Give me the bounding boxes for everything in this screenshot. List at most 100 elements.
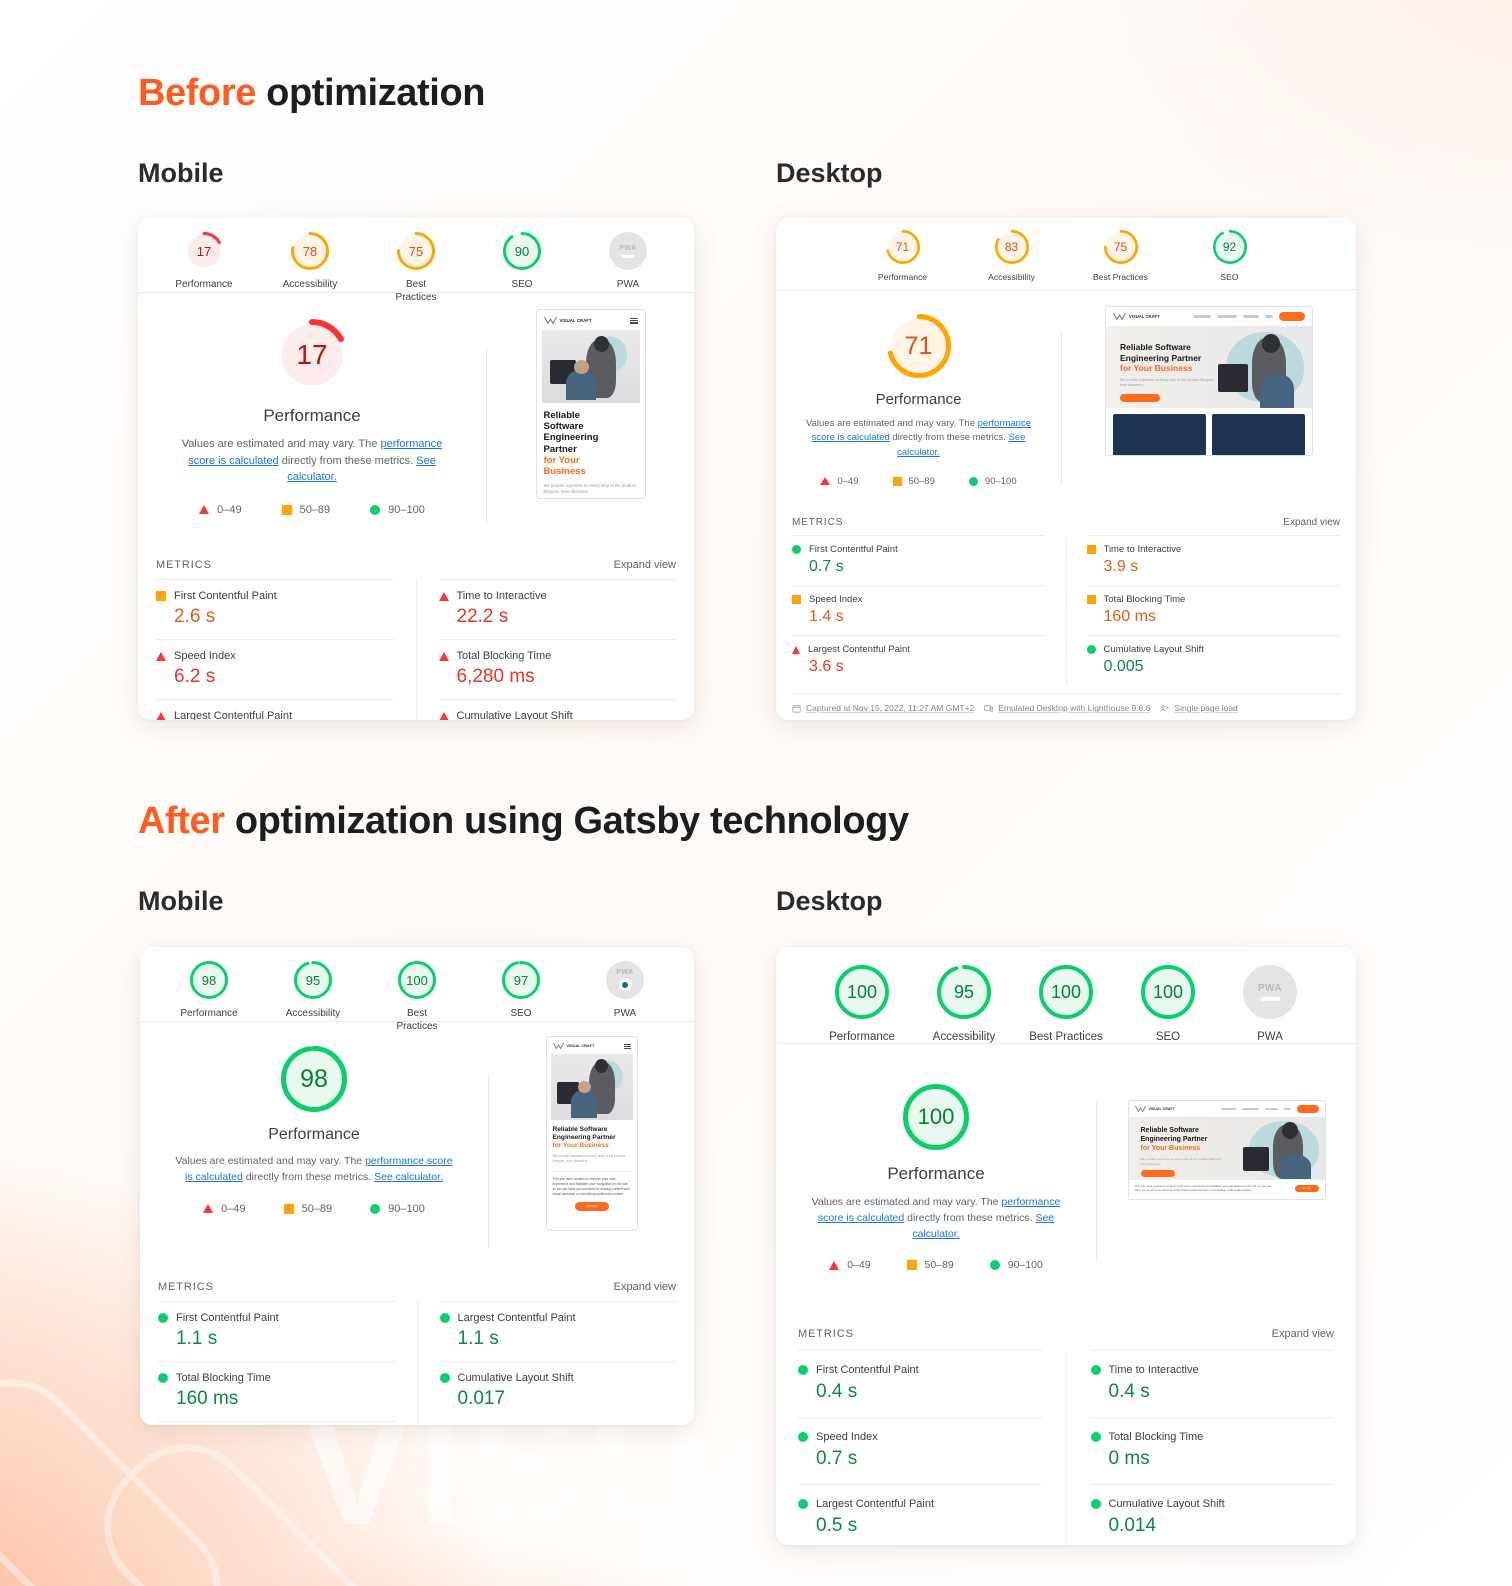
legend-label-good: 90–100: [388, 503, 425, 516]
gauge-score-value: 100: [917, 1104, 955, 1129]
gauge-label: Performance: [175, 279, 233, 290]
thumbnail-accept-label: Accept: [1302, 1186, 1311, 1191]
metrics-header: METRICS Expand view: [158, 1275, 676, 1301]
score-gauge-accessibility[interactable]: 95 Accessibility: [282, 961, 344, 1021]
thumbnail-cards-row: [1106, 408, 1312, 455]
metrics-header: METRICS Expand view: [792, 512, 1340, 535]
metric-row[interactable]: Speed Index 1.4 s: [792, 585, 1046, 635]
footer-item-text: Using HeadlessChromium 106.0.5249.103 wi…: [1174, 719, 1356, 720]
gauge-score-value: 71: [895, 240, 910, 254]
gauge-score-value: 75: [408, 243, 424, 259]
see-calculator-link[interactable]: See calculator.: [374, 1171, 443, 1183]
thumbnail-accept-label: Accept: [586, 1204, 597, 1209]
footer-item: Using HeadlessChromium 106.0.5249.103 wi…: [1160, 719, 1356, 720]
metric-row[interactable]: First Contentful Paint 0.7 s: [792, 535, 1046, 585]
thumbnail-headline-line3: for Your Business: [552, 1141, 609, 1149]
gauge-label: Accessibility: [932, 1031, 996, 1043]
metric-row[interactable]: Speed Index 6.2 s: [156, 639, 394, 699]
page-root: Before optimization Mobile Desktop 17 Per…: [0, 0, 1512, 1586]
score-gauge-pwa[interactable]: PWA PWA: [1232, 965, 1308, 1044]
metric-row[interactable]: Total Blocking Time 6,280 ms: [438, 639, 676, 699]
metric-row[interactable]: Cumulative Layout Shift0.292: [438, 699, 676, 720]
gauge-ring: 98: [190, 961, 228, 999]
score-gauge-seo[interactable]: 97 SEO: [490, 961, 552, 1021]
expand-view-button[interactable]: Expand view: [1272, 1328, 1334, 1340]
footer-item: Emulated Desktop with Lighthouse 9.6.6: [984, 703, 1150, 713]
score-legend: 0–49 50–89 90–100: [203, 1203, 425, 1215]
triangle-icon: [438, 651, 449, 661]
metric-row[interactable]: First Contentful Paint 1.1 s: [158, 1301, 395, 1361]
score-gauge-performance[interactable]: 71 Performance: [872, 230, 934, 283]
score-gauge-performance[interactable]: 17 Performance: [173, 232, 235, 292]
metric-row[interactable]: Time to Interactive 0.4 s: [1090, 1350, 1334, 1417]
thumbnail-headline-line1: Reliable Software: [1120, 342, 1191, 352]
gauge-ring: 95: [294, 961, 332, 999]
score-gauge-accessibility[interactable]: 78 Accessibility: [279, 232, 341, 292]
score-gauge-best-practices[interactable]: 75 Best Practices: [1090, 230, 1152, 283]
metric-row[interactable]: Time to Interactive 3.9 s: [1086, 535, 1340, 585]
gauge-ring: 97: [502, 961, 540, 999]
lighthouse-capture-footer: Captured at Nov 15, 2022, 11:27 AM GMT+2…: [792, 693, 1356, 720]
thumbnail-navbar: VISUAL CRAFT: [546, 1037, 637, 1054]
score-gauge-accessibility[interactable]: 83 Accessibility: [981, 230, 1043, 283]
score-gauge-seo[interactable]: 90 SEO: [491, 232, 553, 292]
metric-label: Total Blocking Time: [1086, 594, 1341, 605]
score-legend: 0–49 50–89 90–100: [820, 475, 1017, 487]
legend-label-average: 50–89: [908, 475, 935, 487]
metric-row[interactable]: Speed Index 0.7 s: [798, 1417, 1042, 1484]
metric-row[interactable]: Largest Contentful Paint 3.6 s: [792, 635, 1046, 685]
thumbnail-headline-line3: Engineering: [543, 432, 599, 444]
metric-row[interactable]: Largest Contentful Paint8.7 s: [156, 699, 394, 720]
metrics-column-left: First Contentful Paint 0.4 s Speed Index 0.…: [798, 1350, 1067, 1545]
metric-label-text: Time to Interactive: [456, 590, 547, 602]
metric-row[interactable]: Total Blocking Time 160 ms: [158, 1361, 395, 1421]
metric-row[interactable]: Speed Index2.3 s: [158, 1421, 395, 1425]
metric-row[interactable]: Total Blocking Time 0 ms: [1090, 1417, 1334, 1484]
gauge-score-value: 100: [406, 972, 428, 988]
expand-view-button[interactable]: Expand view: [614, 1281, 676, 1293]
metric-value: 22.2 s: [456, 606, 509, 627]
score-gauge-performance[interactable]: 100 Performance: [824, 965, 900, 1044]
score-gauge-best-practices[interactable]: 100 Best Practices: [1028, 965, 1104, 1044]
score-gauge-seo[interactable]: 100 SEO: [1130, 965, 1206, 1044]
score-gauge-accessibility[interactable]: 95 Accessibility: [926, 965, 1002, 1044]
thumbnail-cta-button: [1296, 1105, 1319, 1113]
metric-label-text: Largest Contentful Paint: [174, 710, 293, 720]
circle-icon: [968, 476, 978, 486]
metric-label-text: Largest Contentful Paint: [816, 1498, 935, 1510]
metrics-title: METRICS: [156, 559, 212, 571]
metric-row[interactable]: Cumulative Layout Shift 0.014: [1090, 1484, 1334, 1545]
metric-value: 6,280 ms: [456, 666, 535, 687]
platform-label-mobile-before: Mobile: [138, 158, 224, 188]
metric-row[interactable]: Largest Contentful Paint 0.5 s: [798, 1484, 1042, 1545]
metric-row[interactable]: Largest Contentful Paint 1.1 s: [439, 1301, 676, 1361]
metric-row[interactable]: Cumulative Layout Shift 0.005: [1086, 635, 1340, 685]
thumbnail-headline-line2: Software: [543, 421, 584, 433]
footer-column: Captured at Nov 15, 2022, 11:27 AM GMT+2…: [792, 703, 974, 720]
visual-craft-logo-icon: [552, 1042, 564, 1050]
metric-row[interactable]: Cumulative Layout Shift 0.017: [439, 1361, 676, 1421]
metric-row[interactable]: First Contentful Paint 0.4 s: [798, 1350, 1042, 1417]
metric-row[interactable]: First Contentful Paint 2.6 s: [156, 579, 394, 639]
metric-value: 0.5 s: [816, 1515, 858, 1536]
score-gauge-pwa[interactable]: PWA PWA: [597, 232, 659, 292]
thumbnail-body-text: We provide expertise on every step of th…: [552, 1154, 626, 1164]
score-gauge-performance[interactable]: 98 Performance: [178, 961, 240, 1021]
thumbnail-brand: VISUAL CRAFT: [1134, 1105, 1175, 1113]
metric-value: 160 ms: [1103, 608, 1156, 625]
legend-item-average: 50–89: [283, 1203, 332, 1215]
gauge-score-value: 97: [513, 972, 529, 988]
triangle-icon: [203, 1204, 214, 1213]
metric-row[interactable]: Time to Interactive 22.2 s: [438, 579, 676, 639]
lighthouse-card-before-desktop: 71 Performance 83 Accessibility 75 Best Pract…: [776, 218, 1356, 720]
thumbnail-brand: VISUAL CRAFT: [552, 1042, 594, 1050]
score-gauge-pwa[interactable]: PWA PWA: [594, 961, 656, 1021]
thumbnail-headline-line2: Engineering Partner: [1140, 1135, 1208, 1143]
score-gauge-seo[interactable]: 92 SEO: [1199, 230, 1261, 283]
gauge-ring: 71: [885, 230, 920, 264]
metric-row[interactable]: Total Blocking Time 160 ms: [1086, 585, 1341, 635]
metric-label-text: Total Blocking Time: [1108, 1431, 1204, 1443]
expand-view-button[interactable]: Expand view: [614, 559, 676, 571]
thumbnail-navbar: VISUAL CRAFT: [1106, 307, 1312, 326]
expand-view-button[interactable]: Expand view: [1283, 517, 1340, 528]
